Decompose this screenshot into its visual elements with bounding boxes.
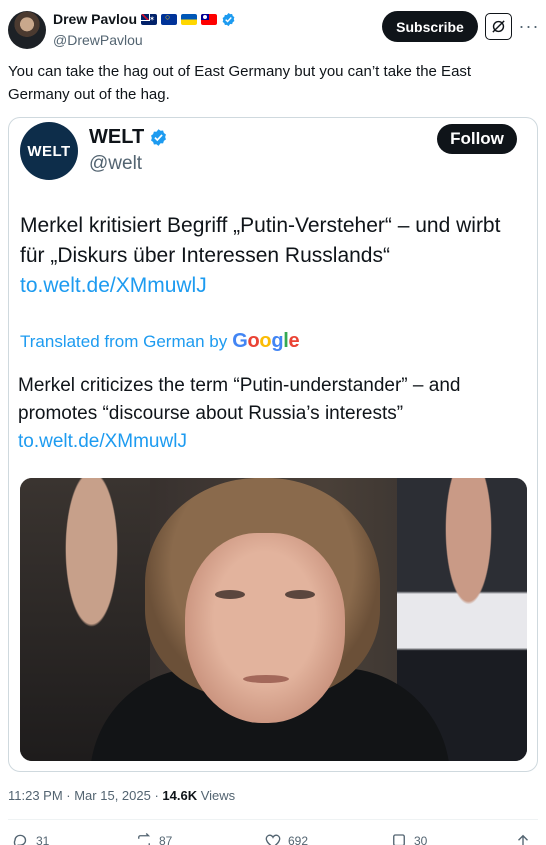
author-handle[interactable]: @DrewPavlou — [53, 32, 143, 48]
quoted-tweet-card[interactable]: WELT WELT @welt Follow Merkel kritisiert… — [8, 117, 538, 772]
tweet-meta: 11:23 PM · Mar 15, 2025 · 14.6K Views — [8, 788, 235, 803]
follow-button[interactable]: Follow — [437, 124, 517, 154]
mouth — [243, 675, 289, 683]
bookmark-count: 30 — [414, 834, 428, 845]
reply-button[interactable]: 31 — [12, 832, 49, 845]
quoted-author-name[interactable]: WELT — [89, 126, 144, 149]
quoted-text-body: Merkel kritisiert Begriff „Putin-Versteh… — [20, 214, 501, 267]
more-icon[interactable]: ··· — [518, 14, 540, 38]
google-letter: o — [259, 330, 272, 352]
views-label: Views — [197, 788, 236, 803]
tweet-header: Drew Pavlou @DrewPavlou Subscribe ··· — [8, 8, 538, 50]
subscribe-button[interactable]: Subscribe — [382, 11, 478, 42]
face — [185, 533, 345, 723]
google-letter: e — [288, 330, 300, 352]
welt-logo-text: WELT — [27, 142, 71, 160]
quoted-link[interactable]: to.welt.de/XMmuwlJ — [20, 274, 207, 297]
google-logo: Google — [232, 330, 299, 353]
verified-badge-icon — [222, 12, 235, 26]
translation-link[interactable]: to.welt.de/XMmuwlJ — [18, 431, 187, 452]
eu-flag-icon — [161, 13, 178, 25]
eye — [285, 590, 315, 599]
bookmark-icon — [393, 834, 405, 845]
divider — [8, 819, 538, 820]
heart-icon — [265, 834, 281, 845]
action-bar: 31 87 692 30 — [8, 832, 538, 845]
ukraine-flag-icon — [181, 13, 198, 25]
verified-badge-icon — [151, 129, 167, 146]
like-count: 692 — [288, 834, 309, 845]
author-name-row: Drew Pavlou — [53, 11, 236, 27]
quoted-text: Merkel kritisiert Begriff „Putin-Versteh… — [20, 211, 520, 301]
tweet-text: You can take the hag out of East Germany… — [8, 63, 472, 103]
merkel-photo[interactable] — [20, 478, 527, 761]
australia-flag-icon — [141, 13, 158, 25]
welt-avatar[interactable]: WELT — [20, 122, 78, 180]
grok-icon[interactable] — [485, 13, 512, 40]
translation-body: Merkel criticizes the term “Putin-unders… — [18, 375, 461, 424]
translated-by[interactable]: Translated from German by Google — [20, 330, 300, 353]
quoted-name-row: WELT — [89, 126, 168, 149]
reply-count: 31 — [36, 834, 50, 845]
translated-label: Translated from German by — [20, 332, 228, 351]
avatar[interactable] — [8, 11, 46, 49]
eye — [215, 590, 245, 599]
repost-count: 87 — [159, 834, 173, 845]
share-button[interactable] — [514, 832, 532, 845]
like-button[interactable]: 692 — [264, 832, 308, 845]
repost-button[interactable]: 87 — [135, 832, 172, 845]
repost-icon — [138, 833, 151, 845]
google-letter: o — [247, 330, 260, 352]
google-letter: G — [232, 330, 248, 352]
google-letter: g — [271, 330, 284, 352]
taiwan-flag-icon — [201, 13, 218, 25]
bookmark-button[interactable]: 30 — [390, 832, 427, 845]
reply-icon — [13, 834, 27, 845]
quoted-author-handle[interactable]: @welt — [89, 153, 142, 175]
translation-text: Merkel criticizes the term “Putin-unders… — [18, 372, 528, 456]
views-count: 14.6K — [162, 788, 198, 803]
author-name[interactable]: Drew Pavlou — [53, 11, 137, 27]
share-icon — [518, 834, 528, 845]
timestamp[interactable]: 11:23 PM · Mar 15, 2025 · — [8, 788, 162, 803]
